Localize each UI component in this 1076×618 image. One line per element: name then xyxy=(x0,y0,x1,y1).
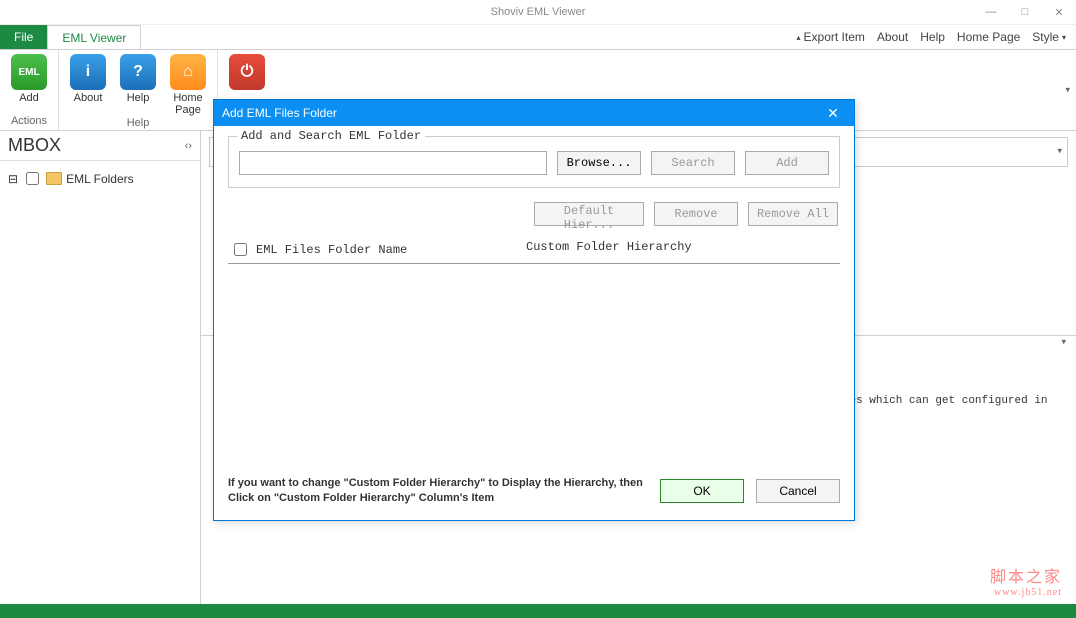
about-menu[interactable]: About xyxy=(877,30,908,44)
dialog-close-button[interactable]: ✕ xyxy=(820,100,846,126)
help-menu[interactable]: Help xyxy=(920,30,945,44)
folder-list-body xyxy=(228,264,840,458)
dialog-body: Add and Search EML Folder Browse... Sear… xyxy=(214,126,854,468)
home-page-button[interactable]: ⌂ Home Page xyxy=(165,52,211,116)
remove-all-button[interactable]: Remove All xyxy=(748,202,838,226)
ok-button[interactable]: OK xyxy=(660,479,744,503)
add-search-fieldset: Add and Search EML Folder Browse... Sear… xyxy=(228,136,840,188)
col-folder-name[interactable]: EML Files Folder Name xyxy=(256,243,407,257)
style-menu[interactable]: Style ▾ xyxy=(1032,30,1066,44)
app-window: Shoviv EML Viewer — □ ✕ File EML Viewer … xyxy=(0,0,1076,618)
eml-add-icon: EML xyxy=(11,54,47,90)
grid-dropdown-icon[interactable]: ▾ xyxy=(1057,146,1062,157)
tree-expander-icon[interactable]: ⊟ xyxy=(8,172,18,186)
status-bar xyxy=(0,604,1076,618)
add-folder-button[interactable]: Add xyxy=(745,151,829,175)
sidebar-tree: ⊟ EML Folders xyxy=(0,161,200,196)
fieldset-legend: Add and Search EML Folder xyxy=(237,129,425,143)
dialog-titlebar: Add EML Files Folder ✕ xyxy=(214,100,854,126)
search-button[interactable]: Search xyxy=(651,151,735,175)
dialog-action-row: Default Hier... Remove Remove All xyxy=(230,202,838,226)
home-page-menu[interactable]: Home Page xyxy=(957,30,1020,44)
dialog-title: Add EML Files Folder xyxy=(222,106,337,120)
sidebar-header: MBOX ‹› xyxy=(0,131,200,161)
file-tab[interactable]: File xyxy=(0,25,47,49)
style-label: Style xyxy=(1032,30,1059,44)
tree-item-label: EML Folders xyxy=(66,172,134,186)
home-icon: ⌂ xyxy=(170,54,206,90)
cancel-button[interactable]: Cancel xyxy=(756,479,840,503)
folder-icon xyxy=(46,172,62,185)
ribbon-group-help: i About ? Help ⌂ Home Page Help xyxy=(59,50,218,130)
select-all-checkbox[interactable] xyxy=(234,243,247,256)
tree-item-eml-folders[interactable]: ⊟ EML Folders xyxy=(6,167,194,190)
tab-row: File EML Viewer ▴ Export Item About Help… xyxy=(0,25,1076,50)
folder-list-header: EML Files Folder Name Custom Folder Hier… xyxy=(228,236,840,264)
sidebar-collapse-icon[interactable]: ‹› xyxy=(185,140,192,152)
window-controls: — □ ✕ xyxy=(974,0,1076,24)
sidebar: MBOX ‹› ⊟ EML Folders xyxy=(0,131,201,604)
export-item-menu[interactable]: ▴ Export Item xyxy=(797,30,865,44)
tree-checkbox[interactable] xyxy=(26,172,39,185)
eml-viewer-tab[interactable]: EML Viewer xyxy=(47,25,141,49)
ribbon-group-actions-label: Actions xyxy=(11,114,47,128)
help-label: Help xyxy=(127,92,150,104)
ribbon-group-actions: EML Add Actions xyxy=(0,50,59,130)
ribbon-collapse-icon[interactable]: ▾ xyxy=(1065,85,1070,96)
help-button[interactable]: ? Help xyxy=(115,52,161,116)
preview-dropdown-icon[interactable]: ▾ xyxy=(1061,337,1066,348)
about-button[interactable]: i About xyxy=(65,52,111,116)
col-custom-hierarchy[interactable]: Custom Folder Hierarchy xyxy=(526,240,838,259)
dialog-note: If you want to change "Custom Folder Hie… xyxy=(228,476,648,506)
question-icon: ? xyxy=(120,54,156,90)
about-label: About xyxy=(74,92,103,104)
default-hierarchy-button[interactable]: Default Hier... xyxy=(534,202,644,226)
power-icon: ⏻ xyxy=(229,54,265,90)
app-title: Shoviv EML Viewer xyxy=(491,6,586,18)
folder-path-input[interactable] xyxy=(239,151,547,175)
ribbon-group-help-label: Help xyxy=(127,116,150,130)
maximize-button[interactable]: □ xyxy=(1008,0,1042,24)
close-window-button[interactable]: ✕ xyxy=(1042,0,1076,24)
add-button[interactable]: EML Add xyxy=(6,52,52,114)
export-marker-icon: ▴ xyxy=(797,33,801,42)
titlebar: Shoviv EML Viewer — □ ✕ xyxy=(0,0,1076,25)
minimize-button[interactable]: — xyxy=(974,0,1008,24)
sidebar-title: MBOX xyxy=(8,135,61,156)
add-label: Add xyxy=(19,92,39,104)
dialog-footer: If you want to change "Custom Folder Hie… xyxy=(214,468,854,520)
home-page-label: Home Page xyxy=(173,92,202,116)
info-icon: i xyxy=(70,54,106,90)
add-eml-dialog: Add EML Files Folder ✕ Add and Search EM… xyxy=(213,99,855,521)
export-item-label: Export Item xyxy=(804,30,865,44)
chevron-down-icon: ▾ xyxy=(1062,33,1066,42)
remove-button[interactable]: Remove xyxy=(654,202,738,226)
browse-button[interactable]: Browse... xyxy=(557,151,641,175)
top-menu: ▴ Export Item About Help Home Page Style… xyxy=(797,25,1076,49)
